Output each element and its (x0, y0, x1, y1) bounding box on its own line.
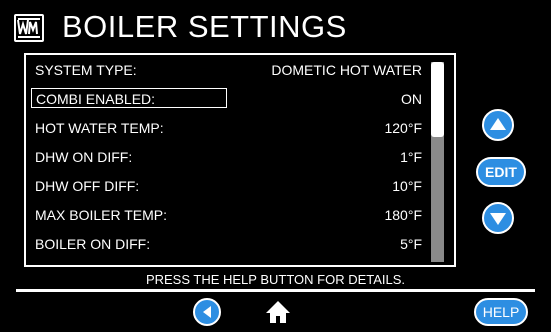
settings-list: SYSTEM TYPE: DOMETIC HOT WATER COMBI ENA… (26, 55, 426, 258)
setting-value: DOMETIC HOT WATER (271, 62, 422, 78)
help-instruction-text: PRESS THE HELP BUTTON FOR DETAILS. (145, 272, 406, 287)
help-button[interactable]: HELP (474, 298, 528, 326)
scroll-down-button[interactable] (482, 202, 514, 234)
settings-row-dhw-off-diff[interactable]: DHW OFF DIFF: 10°F (26, 171, 426, 200)
setting-value: 5°F (400, 236, 422, 252)
page-title: BOILER SETTINGS (62, 9, 347, 44)
setting-label: DHW OFF DIFF: (35, 178, 140, 194)
settings-row-dhw-on-diff[interactable]: DHW ON DIFF: 1°F (26, 142, 426, 171)
home-icon (266, 301, 290, 323)
setting-value: ON (401, 91, 422, 107)
settings-row-max-boiler-temp[interactable]: MAX BOILER TEMP: 180°F (26, 200, 426, 229)
settings-row-boiler-on-diff[interactable]: BOILER ON DIFF: 5°F (26, 229, 426, 258)
setting-label: DHW ON DIFF: (35, 149, 133, 165)
setting-value: 180°F (384, 207, 422, 223)
setting-value: 120°F (384, 120, 422, 136)
setting-label: COMBI ENABLED: (31, 88, 227, 108)
settings-row-system-type[interactable]: SYSTEM TYPE: DOMETIC HOT WATER (26, 55, 426, 84)
setting-value: 1°F (400, 149, 422, 165)
setting-label: BOILER ON DIFF: (35, 236, 151, 252)
up-arrow-icon (490, 118, 506, 130)
scroll-up-button[interactable] (482, 109, 514, 141)
settings-panel: SYSTEM TYPE: DOMETIC HOT WATER COMBI ENA… (24, 53, 456, 267)
wm-logo-icon (14, 14, 44, 42)
home-button[interactable] (265, 299, 291, 325)
setting-label: HOT WATER TEMP: (35, 120, 164, 136)
header: BOILER SETTINGS (0, 0, 551, 50)
back-button[interactable] (193, 298, 221, 326)
settings-row-combi-enabled[interactable]: COMBI ENABLED: ON (26, 84, 426, 113)
footer-divider (16, 289, 535, 292)
back-arrow-icon (203, 306, 211, 318)
edit-button[interactable]: EDIT (476, 157, 526, 187)
setting-label: MAX BOILER TEMP: (35, 207, 167, 223)
down-arrow-icon (490, 213, 506, 225)
scrollbar-thumb[interactable] (431, 62, 444, 137)
setting-label: SYSTEM TYPE: (35, 62, 137, 78)
settings-row-hot-water-temp[interactable]: HOT WATER TEMP: 120°F (26, 113, 426, 142)
setting-value: 10°F (392, 178, 422, 194)
